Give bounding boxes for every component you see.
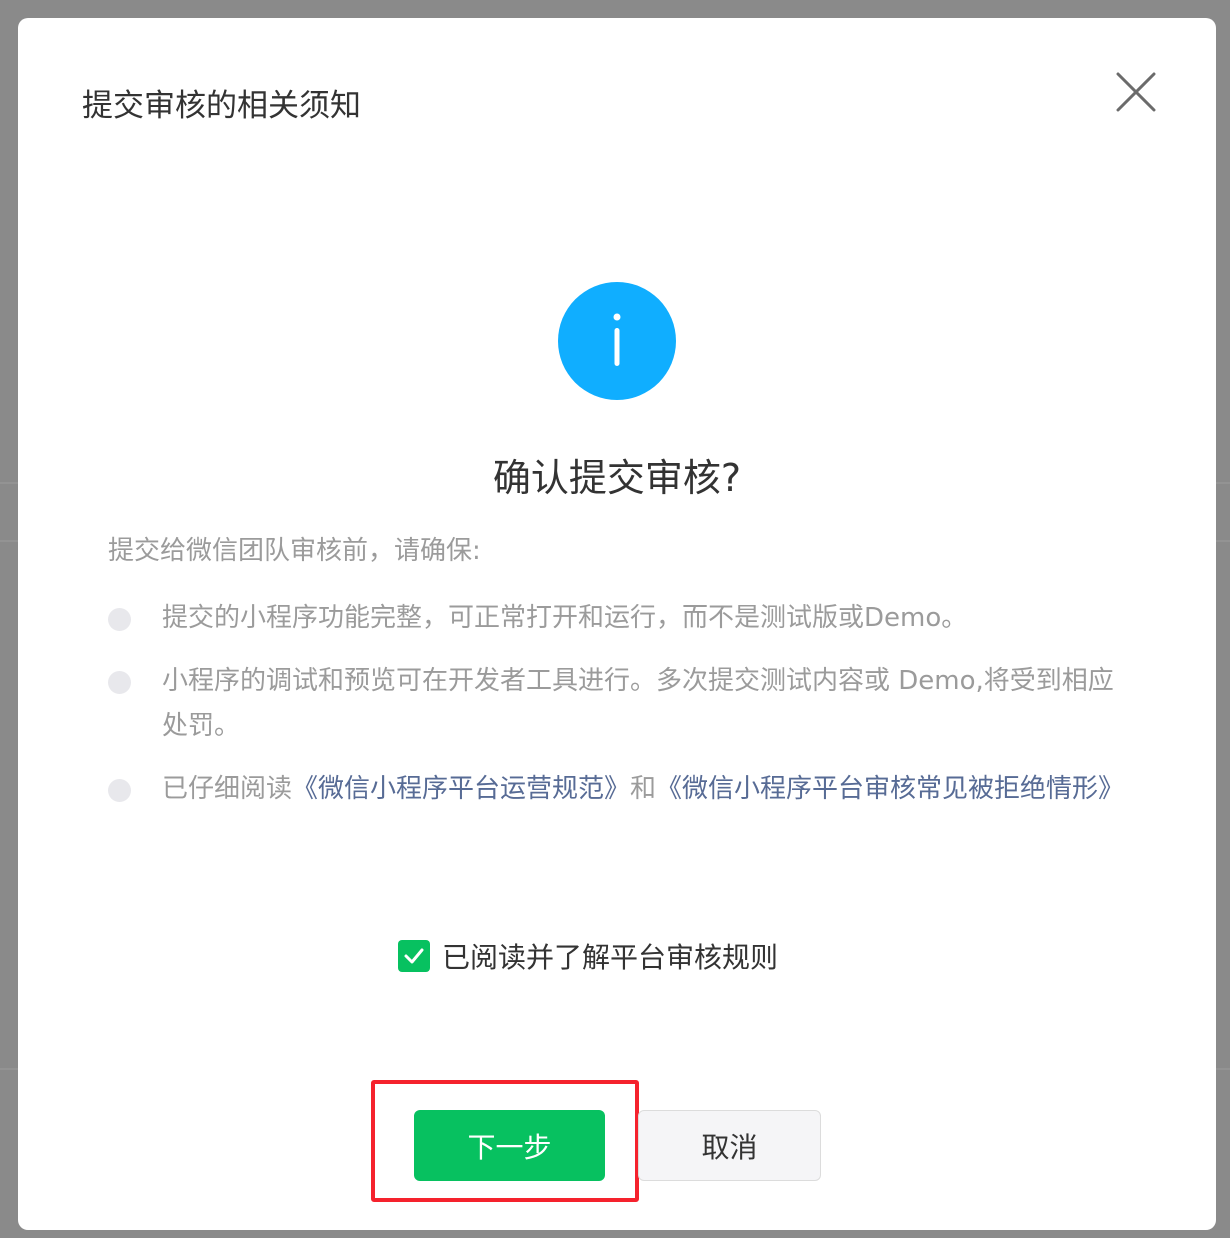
agree-rules-checkbox[interactable]: 已阅读并了解平台审核规则 — [398, 936, 778, 976]
close-icon — [1116, 72, 1156, 112]
rejection-cases-link[interactable]: 《微信小程序平台审核常见被拒绝情形》 — [656, 774, 1124, 804]
bullet-dot-icon — [108, 671, 131, 694]
next-step-button[interactable]: 下一步 — [414, 1110, 605, 1181]
requirements-list: 提交的小程序功能完整，可正常打开和运行，而不是测试版或Demo。 小程序的调试和… — [108, 596, 1138, 812]
dialog-title: 提交审核的相关须知 — [82, 88, 361, 124]
checkbox-box[interactable] — [398, 940, 430, 972]
list-item: 已仔细阅读《微信小程序平台运营规范》和《微信小程序平台审核常见被拒绝情形》 — [108, 767, 1138, 812]
cancel-button[interactable]: 取消 — [638, 1110, 821, 1181]
close-button[interactable] — [1114, 70, 1158, 114]
info-icon — [558, 282, 676, 400]
list-item: 小程序的调试和预览可在开发者工具进行。多次提交测试内容或 Demo,将受到相应处… — [108, 659, 1138, 749]
bullet-dot-icon — [108, 779, 131, 802]
list-item: 提交的小程序功能完整，可正常打开和运行，而不是测试版或Demo。 — [108, 596, 1138, 641]
bullet-dot-icon — [108, 608, 131, 631]
list-item-prefix: 已仔细阅读 — [162, 774, 293, 804]
confirm-heading: 确认提交审核? — [492, 456, 742, 500]
list-item-text: 小程序的调试和预览可在开发者工具进行。多次提交测试内容或 Demo,将受到相应处… — [162, 666, 1114, 741]
operation-rules-link[interactable]: 《微信小程序平台运营规范》 — [292, 774, 630, 804]
agree-rules-label[interactable]: 已阅读并了解平台审核规则 — [442, 936, 778, 976]
check-icon — [404, 948, 424, 964]
intro-text: 提交给微信团队审核前，请确保: — [108, 536, 481, 566]
list-item-conjunction: 和 — [630, 774, 657, 804]
submit-review-dialog: 提交审核的相关须知 确认提交审核? 提交给微信团队审核前，请确保: 提交的小程序… — [18, 18, 1216, 1230]
list-item-text: 提交的小程序功能完整，可正常打开和运行，而不是测试版或Demo。 — [162, 603, 968, 633]
